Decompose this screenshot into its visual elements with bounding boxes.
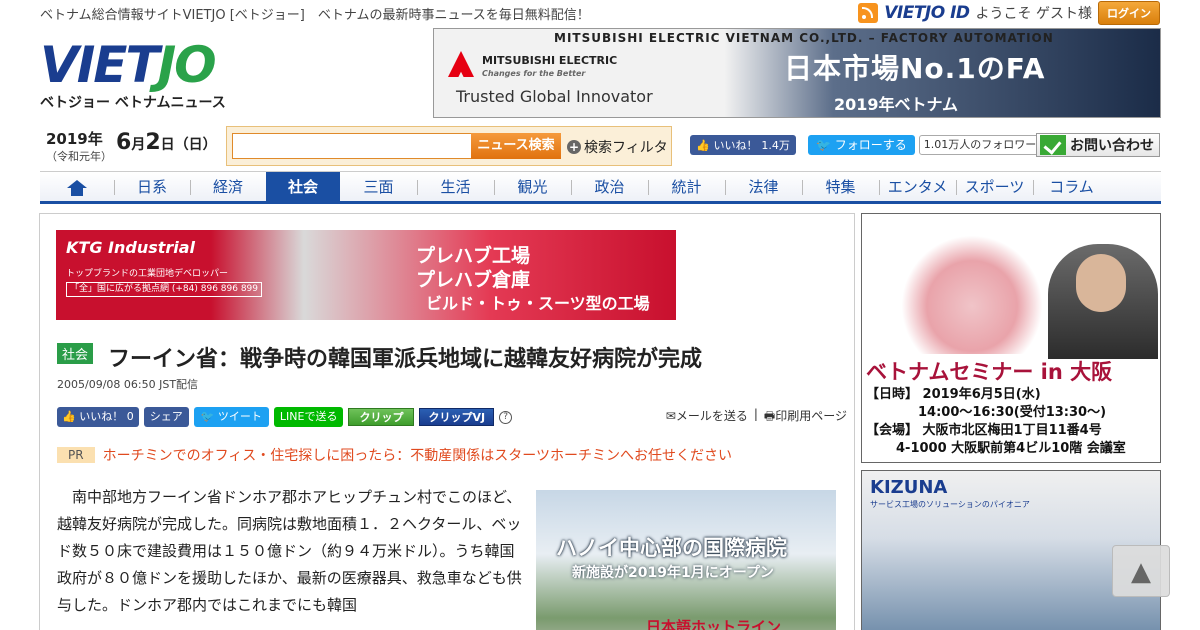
help-icon[interactable]: ? (499, 410, 513, 424)
ktg-headline-3: ビルド・トゥ・スーツ型の工場 (426, 294, 650, 313)
seminar-details: 【日時】 2019年6月5日(水) 14:00～16:30(受付13:30～) … (866, 387, 1126, 456)
nav-home[interactable] (40, 172, 114, 202)
article-title: フーイン省：戦争時の韓国軍派兵地域に越韓友好病院が完成 (108, 347, 703, 372)
nav-item[interactable]: スポーツ (956, 172, 1033, 202)
fb-like-button[interactable]: 👍 いいね！ 0 (57, 407, 139, 427)
article-tools: ✉メールを送る | 🖶印刷用ページ (666, 407, 847, 428)
home-icon (67, 179, 87, 196)
checkmark-icon (1040, 135, 1066, 155)
ad-brand-tagline: Changes for the Better (482, 69, 586, 78)
article-panel: KTG Industrial トップブランドの工業団地デベロッパー 「全」国に広… (39, 213, 855, 630)
pr-line[interactable]: PR ホーチミンでのオフィス・住宅探しに困ったら：不動産関係はスターツホーチミン… (57, 445, 732, 465)
hospital-ad-sub: 新施設が2019年1月にオープン (572, 565, 774, 581)
share-toolbar: 👍 いいね！ 0 シェア 🐦 ツイート LINEで送る クリップ クリップVJ … (57, 406, 847, 428)
news-search-button[interactable]: ニュース検索 (471, 133, 561, 159)
article-published: 2005/09/08 06:50 JST配信 (57, 378, 199, 391)
fb-like-count: 0 (126, 410, 134, 423)
facebook-like[interactable]: 👍 いいね！ 1.4万 (690, 134, 796, 156)
ktg-tagline: トップブランドの工業団地デベロッパー (66, 269, 229, 279)
user-area: VIETJO ID ようこそ ゲスト様 ログイン (858, 1, 1160, 25)
login-button[interactable]: ログイン (1098, 1, 1160, 25)
date-year: 2019年 (46, 130, 103, 148)
nav-item[interactable]: 三面 (340, 172, 417, 202)
vietjo-id-logo[interactable]: VIETJO ID (884, 3, 970, 23)
ktg-contact: 「全」国に広がる拠点網 (+84) 896 896 899 (66, 282, 262, 297)
back-to-top-button[interactable]: ▲ (1112, 545, 1170, 597)
rss-icon[interactable] (858, 3, 879, 23)
envelope-icon: ✉ (665, 408, 676, 423)
fb-like-button[interactable]: 👍 いいね！ 1.4万 (690, 135, 796, 155)
seminar-title: ベトナムセミナー in 大阪 (866, 360, 1113, 384)
hospital-ad[interactable]: ハノイ中心部の国際病院 新施設が2019年1月にオープン 日本語ホットライン (536, 490, 836, 630)
twitter-follower-count: 1.01万人のフォロワー (918, 135, 1042, 155)
twitter-follow-button[interactable]: 🐦 フォローする (808, 135, 915, 155)
twitter-follow: 🐦 フォローする 1.01万人のフォロワー (808, 134, 1042, 156)
ad-brand: MITSUBISHI ELECTRIC Changes for the Bette… (482, 54, 618, 79)
site-tagline: ベトナム総合情報サイトVIETJO [ベトジョー] ベトナムの最新時事ニュースを… (40, 7, 590, 23)
twitter-bird-icon: 🐦 (200, 410, 215, 423)
nav-item-active[interactable]: 社会 (266, 172, 340, 202)
logo-text-viet: VIET (40, 36, 160, 94)
search-filter-link[interactable]: + 検索フィルタ (567, 137, 668, 157)
logo-subtitle: ベトジョー ベトナムニュース (40, 95, 226, 111)
search-box: ニュース検索 + 検索フィルタ (226, 126, 672, 166)
ad-headline: 日本市場No.1のFA (784, 52, 1046, 85)
ad-slogan: Trusted Global Innovator (456, 87, 653, 106)
nav-item[interactable]: 法律 (725, 172, 802, 202)
hospital-ad-headline: ハノイ中心部の国際病院 (556, 536, 787, 560)
ktg-headline: プレハブ工場 プレハブ倉庫 (416, 245, 531, 291)
fb-share-button[interactable]: シェア (143, 407, 189, 427)
kizuna-tagline: サービス工場のソリューションのパイオニア (870, 500, 1030, 509)
ktg-banner-ad[interactable]: KTG Industrial トップブランドの工業団地デベロッパー 「全」国に広… (56, 230, 676, 320)
article-body: 南中部地方フーイン省ドンホア郡ホアヒップチュン村でこのほど、越韓友好病院が完成し… (57, 484, 527, 619)
clip-vj-button[interactable]: クリップVJ (419, 408, 495, 426)
clip-button[interactable]: クリップ (348, 408, 415, 426)
print-link[interactable]: 🖶印刷用ページ (764, 407, 847, 428)
ad-sub: 2019年ベトナム (834, 95, 959, 114)
v-logo-graphic (902, 234, 1042, 354)
fb-like-count: 1.4万 (761, 139, 790, 152)
current-date: 2019年 （令和元年） 6月2日（日） (40, 126, 220, 166)
nav-item[interactable]: 統計 (648, 172, 725, 202)
separator: | (753, 406, 758, 421)
welcome-text: ようこそ ゲスト様 (975, 6, 1092, 22)
nav-item[interactable]: エンタメ (879, 172, 956, 202)
kizuna-brand: KIZUNA (870, 477, 948, 498)
line-share-button[interactable]: LINEで送る (273, 407, 344, 427)
date-weekday: （日） (174, 137, 217, 153)
site-logo[interactable]: VIETJO ベトジョー ベトナムニュース (40, 40, 240, 115)
seminar-ad[interactable]: ベトナムセミナー in 大阪 【日時】 2019年6月5日(水) 14:00～1… (861, 213, 1161, 463)
nav-item[interactable]: 政治 (571, 172, 648, 202)
category-badge[interactable]: 社会 (57, 343, 94, 364)
ad-company: MITSUBISHI ELECTRIC VIETNAM CO.,LTD. – F… (554, 31, 1054, 45)
search-input[interactable] (232, 133, 472, 159)
nav-item[interactable]: 経済 (190, 172, 266, 202)
nav-item[interactable]: 生活 (417, 172, 494, 202)
category-nav: 日系 経済 社会 三面 生活 観光 政治 統計 法律 特集 エンタメ スポーツ … (40, 171, 1161, 204)
mail-link[interactable]: ✉メールを送る (666, 407, 748, 428)
pr-text[interactable]: ホーチミンでのオフィス・住宅探しに困ったら：不動産関係はスターツホーチミンへお任… (103, 445, 732, 465)
tweet-button[interactable]: 🐦 ツイート (193, 407, 269, 427)
twitter-bird-icon: 🐦 (816, 138, 831, 152)
date-month-day: 6月2日（日） (116, 130, 217, 155)
pr-tag: PR (57, 447, 95, 463)
date-era: （令和元年） (46, 150, 112, 163)
article-paragraph: 南中部地方フーイン省ドンホア郡ホアヒップチュン村でこのほど、越韓友好病院が完成し… (57, 488, 522, 614)
ktg-brand: KTG Industrial (66, 238, 196, 257)
header-banner-ad[interactable]: MITSUBISHI ELECTRIC VIETNAM CO.,LTD. – F… (433, 28, 1161, 118)
plus-icon: + (567, 140, 581, 154)
presenter-face (1076, 254, 1126, 312)
page: ベトナム総合情報サイトVIETJO [ベトジョー] ベトナムの最新時事ニュースを… (0, 0, 1200, 630)
mitsubishi-logo-icon (448, 51, 474, 77)
top-bar: ベトナム総合情報サイトVIETJO [ベトジョー] ベトナムの最新時事ニュースを… (40, 0, 1160, 26)
hospital-ad-hotline: 日本語ホットライン (646, 618, 782, 630)
logo-text-jo: JO (157, 36, 217, 94)
nav-item[interactable]: 特集 (802, 172, 879, 202)
contact-button[interactable]: お問い合わせ (1036, 133, 1160, 157)
nav-item[interactable]: 観光 (494, 172, 571, 202)
nav-item[interactable]: 日系 (114, 172, 190, 202)
nav-item[interactable]: コラム (1033, 172, 1110, 202)
printer-icon: 🖶 (763, 408, 776, 423)
